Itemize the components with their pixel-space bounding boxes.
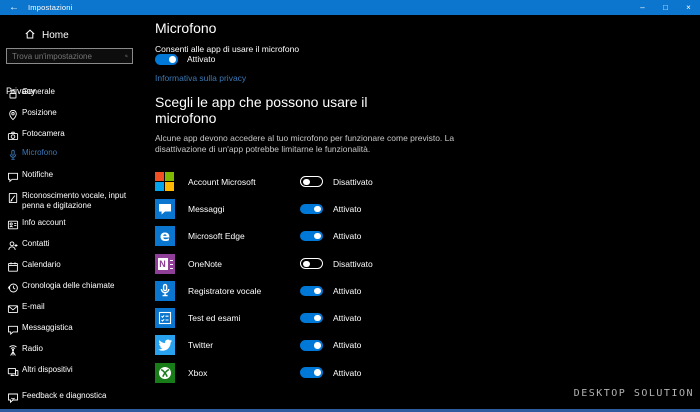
sidebar-item-contatti[interactable]: Contatti [0, 239, 152, 249]
apps-section-description: Alcune app devono accedere al tuo microf… [155, 133, 463, 156]
radio-icon [7, 344, 19, 356]
sidebar-item-notifiche[interactable]: Notifiche [0, 170, 152, 180]
toggle-xbox[interactable] [300, 367, 323, 378]
back-button[interactable]: ← [0, 0, 28, 15]
app-row-xbox: Xbox Attivato [155, 359, 575, 386]
sidebar-item-riconoscimento-vocale[interactable]: Riconoscimento vocale, input penna e dig… [0, 191, 152, 212]
app-row-microsoft-edge: e Microsoft Edge Attivato [155, 223, 575, 250]
app-row-account-microsoft: Account Microsoft Disattivato [155, 168, 575, 195]
toggle-twitter[interactable] [300, 340, 323, 351]
calendar-icon [7, 260, 19, 272]
sidebar-item-generale[interactable]: Generale [0, 87, 152, 97]
voice-recorder-icon [155, 281, 175, 301]
sidebar-item-posizione[interactable]: Posizione [0, 108, 152, 118]
apps-section-title: Scegli le app che possono usare il micro… [155, 94, 405, 126]
toggle-messaggi[interactable] [300, 204, 323, 215]
sidebar-item-radio[interactable]: Radio [0, 344, 152, 354]
app-row-messaggi: Messaggi Attivato [155, 195, 575, 222]
sidebar-item-email[interactable]: E-mail [0, 302, 152, 312]
microphone-icon [7, 148, 19, 160]
privacy-statement-link[interactable]: Informativa sulla privacy [155, 73, 246, 83]
window-title: Impostazioni [28, 3, 73, 12]
sidebar-item-microfono[interactable]: Microfono [0, 148, 152, 158]
app-row-twitter: Twitter Attivato [155, 332, 575, 359]
app-row-test-ed-esami: Test ed esami Attivato [155, 304, 575, 331]
email-icon [7, 302, 19, 314]
messaging-icon [7, 323, 19, 335]
main-content: Microfono Consenti alle app di usare il … [155, 15, 695, 412]
messaging-app-icon [155, 199, 175, 219]
watermark: DESKTOP SOLUTION [574, 388, 694, 399]
toggle-registratore-vocale[interactable] [300, 286, 323, 297]
twitter-icon [155, 335, 175, 355]
sidebar-item-feedback[interactable]: Feedback e diagnostica [0, 391, 152, 401]
toggle-onenote[interactable] [300, 258, 323, 269]
account-badge-icon [7, 218, 19, 230]
edge-browser-icon: e [155, 226, 175, 246]
search-input[interactable] [7, 52, 125, 61]
pen-tablet-icon [7, 191, 19, 203]
sidebar-item-info-account[interactable]: Info account [0, 218, 152, 228]
search-icon [125, 51, 128, 61]
call-history-icon [7, 281, 19, 293]
toggle-microsoft-edge[interactable] [300, 231, 323, 242]
sidebar-item-messaggistica[interactable]: Messaggistica [0, 323, 152, 333]
sidebar: Home Privacy Generale Posizione Fotocame… [0, 15, 152, 412]
app-row-onenote: N OneNote Disattivato [155, 250, 575, 277]
onenote-icon: N [155, 254, 175, 274]
sidebar-item-calendario[interactable]: Calendario [0, 260, 152, 270]
sidebar-item-altri-dispositivi[interactable]: Altri dispositivi [0, 365, 152, 375]
lock-icon [7, 87, 19, 99]
home-label: Home [42, 30, 69, 41]
master-toggle-label: Consenti alle app di usare il microfono [155, 44, 299, 54]
devices-icon [7, 365, 19, 377]
feedback-icon [7, 391, 19, 403]
master-toggle-state: Attivato [187, 54, 215, 64]
settings-window: ← Impostazioni – □ × Home Privacy Genera… [0, 0, 700, 412]
toggle-account-microsoft[interactable] [300, 176, 323, 187]
minimize-button[interactable]: – [631, 0, 654, 15]
microphone-master-toggle[interactable] [155, 54, 178, 65]
titlebar: ← Impostazioni – □ × [0, 0, 700, 15]
search-box [6, 48, 133, 64]
camera-icon [7, 129, 19, 141]
sidebar-item-cronologia-chiamate[interactable]: Cronologia delle chiamate [0, 281, 152, 291]
contacts-icon [7, 239, 19, 251]
location-icon [7, 108, 19, 120]
app-row-registratore-vocale: Registratore vocale Attivato [155, 277, 575, 304]
toggle-test-ed-esami[interactable] [300, 313, 323, 324]
sidebar-item-home[interactable]: Home [24, 28, 69, 43]
take-a-test-icon [155, 308, 175, 328]
home-icon [24, 28, 36, 43]
maximize-button[interactable]: □ [654, 0, 677, 15]
sidebar-item-fotocamera[interactable]: Fotocamera [0, 129, 152, 139]
microsoft-logo-icon [155, 172, 175, 192]
app-list: Account Microsoft Disattivato Messaggi A… [155, 168, 575, 386]
close-button[interactable]: × [677, 0, 700, 15]
notifications-icon [7, 170, 19, 182]
xbox-icon [155, 363, 175, 383]
page-title: Microfono [155, 20, 216, 36]
